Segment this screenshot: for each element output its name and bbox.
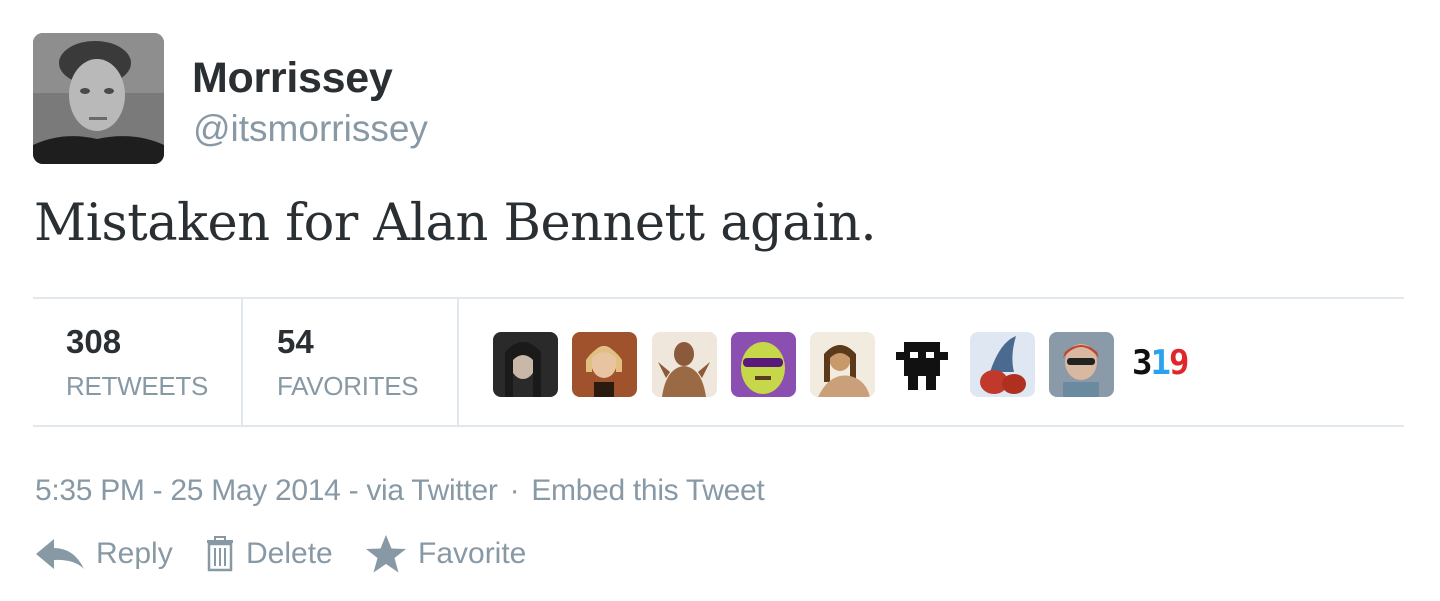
favoriters-more-count[interactable]: 319 <box>1132 343 1190 383</box>
delete-label: Delete <box>246 537 333 570</box>
display-name[interactable]: Morrissey <box>192 54 393 103</box>
favorite-label: Favorite <box>418 537 527 570</box>
tweet-meta: 5:35 PM - 25 May 2014 - via Twitter · Em… <box>35 474 765 508</box>
favoriter-avatar-5[interactable] <box>810 332 875 397</box>
favorites-label: FAVORITES <box>277 371 419 401</box>
retweets-stat[interactable]: 308 RETWEETS <box>33 299 243 425</box>
count-digit: 9 <box>1168 343 1190 383</box>
reply-icon <box>36 539 84 569</box>
profile-avatar[interactable] <box>33 33 164 164</box>
user-handle[interactable]: @itsmorrissey <box>193 108 428 150</box>
delete-button[interactable]: Delete <box>204 532 333 576</box>
tweet-timestamp[interactable]: 5:35 PM - 25 May 2014 <box>35 474 341 507</box>
meta-separator-dot: · <box>509 474 520 507</box>
favoriter-avatar-7[interactable] <box>970 332 1035 397</box>
reply-label: Reply <box>96 537 173 570</box>
reply-button[interactable]: Reply <box>34 532 173 576</box>
favorite-button[interactable]: Favorite <box>364 532 526 576</box>
star-icon <box>366 535 406 573</box>
tweet-stats: 308 RETWEETS 54 FAVORITES 319 <box>33 297 1404 427</box>
embed-tweet-link[interactable]: Embed this Tweet <box>531 474 764 507</box>
avatar-photo <box>33 33 164 164</box>
favorites-stat[interactable]: 54 FAVORITES <box>243 299 459 425</box>
count-digit: 1 <box>1150 343 1171 383</box>
meta-separator-dash: - <box>348 474 367 507</box>
favoriter-avatar-6[interactable] <box>890 332 955 397</box>
trash-icon <box>207 536 233 572</box>
favoriter-avatar-8[interactable] <box>1049 332 1114 397</box>
tweet-source[interactable]: via Twitter <box>366 474 497 507</box>
favoriter-avatar-2[interactable] <box>572 332 637 397</box>
tweet-text: Mistaken for Alan Bennett again. <box>34 194 877 253</box>
favorites-count: 54 <box>277 323 314 360</box>
favoriter-avatar-3[interactable] <box>652 332 717 397</box>
count-digit: 3 <box>1132 343 1153 383</box>
favoriter-avatar-4[interactable] <box>731 332 796 397</box>
retweets-count: 308 <box>66 323 122 360</box>
retweets-label: RETWEETS <box>66 371 209 401</box>
favoriter-avatar-1[interactable] <box>493 332 558 397</box>
